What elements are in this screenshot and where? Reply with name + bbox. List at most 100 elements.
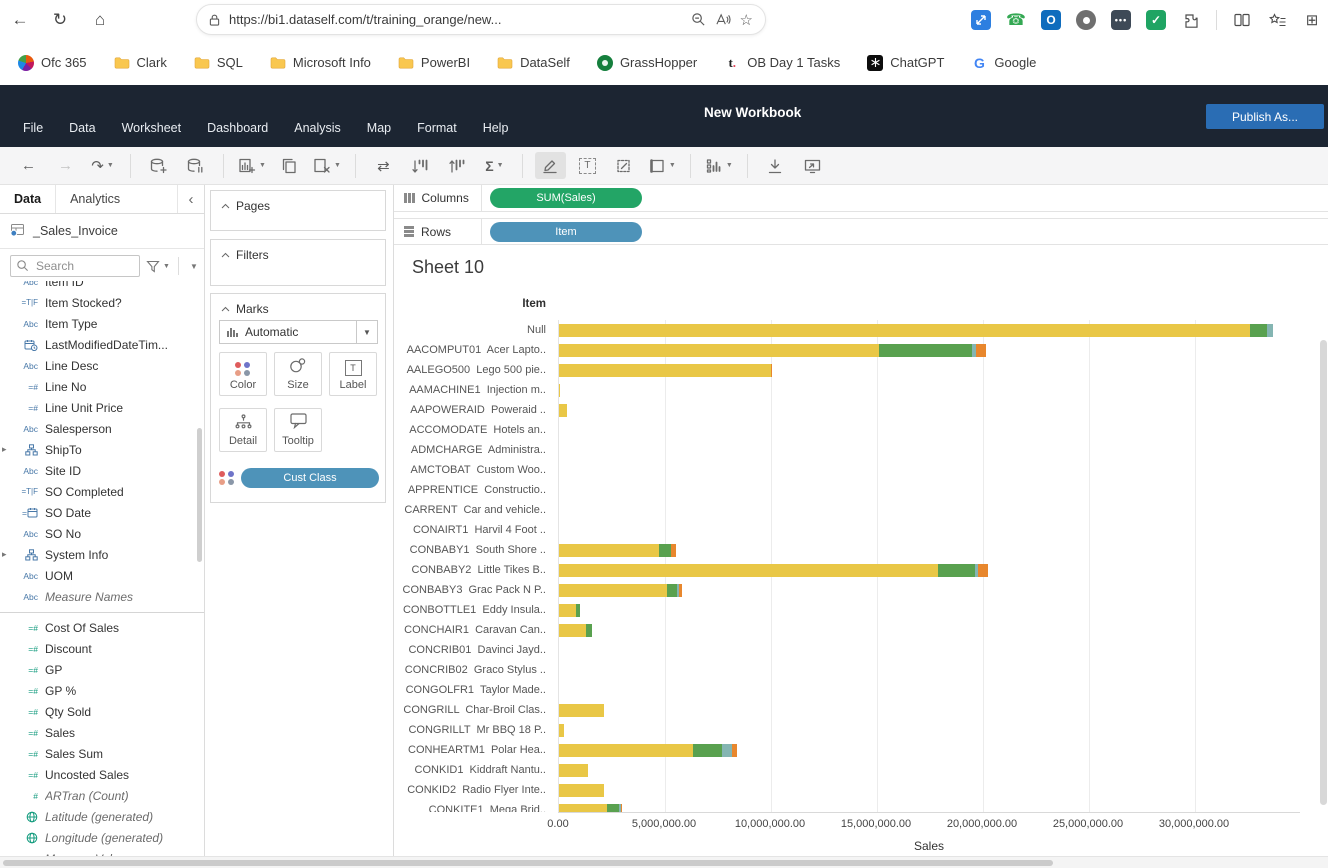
menu-worksheet[interactable]: Worksheet (122, 121, 182, 135)
bar-segment[interactable] (559, 804, 607, 813)
row-label-congrillt[interactable]: CONGRILLT Mr BBQ 18 P.. (394, 720, 552, 740)
bar-segment[interactable] (559, 564, 938, 577)
menu-map[interactable]: Map (367, 121, 391, 135)
bookmark-grasshopper[interactable]: GrassHopper (597, 55, 697, 71)
bar-segment[interactable] (671, 544, 676, 557)
columns-shelf[interactable]: Columns SUM(Sales) (394, 185, 1328, 212)
row-label-conbottle1[interactable]: CONBOTTLE1 Eddy Insula.. (394, 600, 552, 620)
sort-descending-icon[interactable] (442, 152, 473, 179)
sort-ascending-icon[interactable] (405, 152, 436, 179)
new-data-source-icon[interactable] (143, 152, 174, 179)
field-salesperson[interactable]: AbcSalesperson (0, 418, 204, 439)
new-worksheet-icon[interactable]: ▼ (236, 152, 268, 179)
bar-segment[interactable] (559, 544, 659, 557)
swap-rows-columns-icon[interactable]: ⇄ (368, 152, 399, 179)
pause-auto-updates-icon[interactable] (180, 152, 211, 179)
row-label-accomodate[interactable]: ACCOMODATE Hotels an.. (394, 420, 552, 440)
field-line-unit-price[interactable]: =#Line Unit Price (0, 397, 204, 418)
home-icon[interactable]: ⌂ (80, 10, 120, 30)
bar-aapoweraid[interactable] (559, 404, 567, 417)
mark-size-button[interactable]: Size (274, 352, 322, 396)
bar-congrillt[interactable] (559, 724, 564, 737)
chevron-up-icon[interactable] (221, 252, 230, 258)
bar-null[interactable] (559, 324, 1273, 337)
field-item-id[interactable]: AbcItem ID (0, 281, 204, 292)
download-icon[interactable] (760, 152, 791, 179)
field-gp[interactable]: =#GP % (0, 680, 204, 701)
row-label-aacomput01[interactable]: AACOMPUT01 Acer Lapto.. (394, 340, 552, 360)
bar-segment[interactable] (621, 804, 622, 813)
bookmark-ofc-365[interactable]: Ofc 365 (18, 55, 87, 71)
mark-color-button[interactable]: Color (219, 352, 267, 396)
read-aloud-icon[interactable] (715, 12, 731, 27)
bar-conbottle1[interactable] (559, 604, 580, 617)
bar-segment[interactable] (659, 544, 671, 557)
row-label-amctobat[interactable]: AMCTOBAT Custom Woo.. (394, 460, 552, 480)
chevron-up-icon[interactable] (221, 306, 230, 312)
row-label-conbaby2[interactable]: CONBABY2 Little Tikes B.. (394, 560, 552, 580)
fix-axes-icon[interactable] (609, 152, 640, 179)
menu-analysis[interactable]: Analysis (294, 121, 341, 135)
row-label-conkid1[interactable]: CONKID1 Kiddraft Nantu.. (394, 760, 552, 780)
bar-conkite1[interactable] (559, 804, 622, 813)
bar-segment[interactable] (559, 784, 604, 797)
bar-segment[interactable] (693, 744, 722, 757)
bar-segment[interactable] (1250, 324, 1267, 337)
chart-vertical-scrollbar[interactable] (1320, 340, 1327, 805)
field-item-type[interactable]: AbcItem Type (0, 313, 204, 334)
fields-scrollbar[interactable] (197, 428, 202, 562)
url-text[interactable]: https://bi1.dataself.com/t/training_oran… (229, 12, 682, 27)
favorites-list-icon[interactable] (1267, 10, 1287, 30)
row-label-congolfr1[interactable]: CONGOLFR1 Taylor Made.. (394, 680, 552, 700)
bar-conkid1[interactable] (559, 764, 588, 777)
recorder-icon[interactable] (1076, 10, 1096, 30)
tab-analytics[interactable]: Analytics (55, 185, 177, 213)
duplicate-sheet-icon[interactable] (274, 152, 305, 179)
field-shipto[interactable]: ▸ShipTo (0, 439, 204, 460)
address-bar[interactable]: https://bi1.dataself.com/t/training_oran… (196, 4, 766, 35)
menu-help[interactable]: Help (483, 121, 509, 135)
bookmark-microsoft-info[interactable]: Microsoft Info (270, 55, 371, 71)
bar-segment[interactable] (559, 324, 1250, 337)
row-label-concrib02[interactable]: CONCRIB02 Graco Stylus .. (394, 660, 552, 680)
row-label-conbaby3[interactable]: CONBABY3 Grac Pack N P.. (394, 580, 552, 600)
bar-segment[interactable] (559, 624, 586, 637)
bar-segment[interactable] (559, 724, 564, 737)
bar-segment[interactable] (559, 584, 667, 597)
mark-tooltip-button[interactable]: Tooltip (274, 408, 322, 452)
field-uom[interactable]: AbcUOM (0, 565, 204, 586)
bar-conbaby2[interactable] (559, 564, 988, 577)
menu-file[interactable]: File (23, 121, 43, 135)
field-so-no[interactable]: AbcSO No (0, 523, 204, 544)
back-icon[interactable]: ← (13, 152, 44, 179)
field-artran-count[interactable]: #ARTran (Count) (0, 785, 204, 806)
field-system-info[interactable]: ▸System Info (0, 544, 204, 565)
screen-share-icon[interactable] (971, 10, 991, 30)
highlight-icon[interactable] (535, 152, 566, 179)
cust-class-pill[interactable]: Cust Class (241, 468, 379, 488)
row-label-conkid2[interactable]: CONKID2 Radio Flyer Inte.. (394, 780, 552, 800)
phone-icon[interactable]: ☎ (1006, 10, 1026, 30)
bar-conkid2[interactable] (559, 784, 604, 797)
row-label-carrent[interactable]: CARRENT Car and vehicle.. (394, 500, 552, 520)
row-label-null[interactable]: Null (394, 320, 552, 340)
back-icon[interactable]: ← (0, 10, 40, 30)
field-so-date[interactable]: =SO Date (0, 502, 204, 523)
bar-segment[interactable] (978, 564, 988, 577)
bar-segment[interactable] (559, 744, 693, 757)
bookmark-clark[interactable]: Clark (114, 55, 167, 71)
sum-sales-pill[interactable]: SUM(Sales) (490, 188, 642, 208)
bookmark-google[interactable]: GGoogle (971, 55, 1036, 71)
bar-conchair1[interactable] (559, 624, 592, 637)
row-label-conkite1[interactable]: CONKITE1 Mega Brid.. (394, 800, 552, 812)
row-label-admcharge[interactable]: ADMCHARGE Administra.. (394, 440, 552, 460)
bar-conheartm1[interactable] (559, 744, 737, 757)
bar-segment[interactable] (667, 584, 677, 597)
rows-shelf[interactable]: Rows Item (394, 218, 1328, 245)
totals-icon[interactable]: Σ▼ (479, 152, 510, 179)
format-borders-icon[interactable]: ▼ (646, 152, 678, 179)
field-line-desc[interactable]: AbcLine Desc (0, 355, 204, 376)
search-input[interactable] (10, 255, 140, 277)
field-discount[interactable]: =#Discount (0, 638, 204, 659)
field-longitude-generated[interactable]: Longitude (generated) (0, 827, 204, 848)
